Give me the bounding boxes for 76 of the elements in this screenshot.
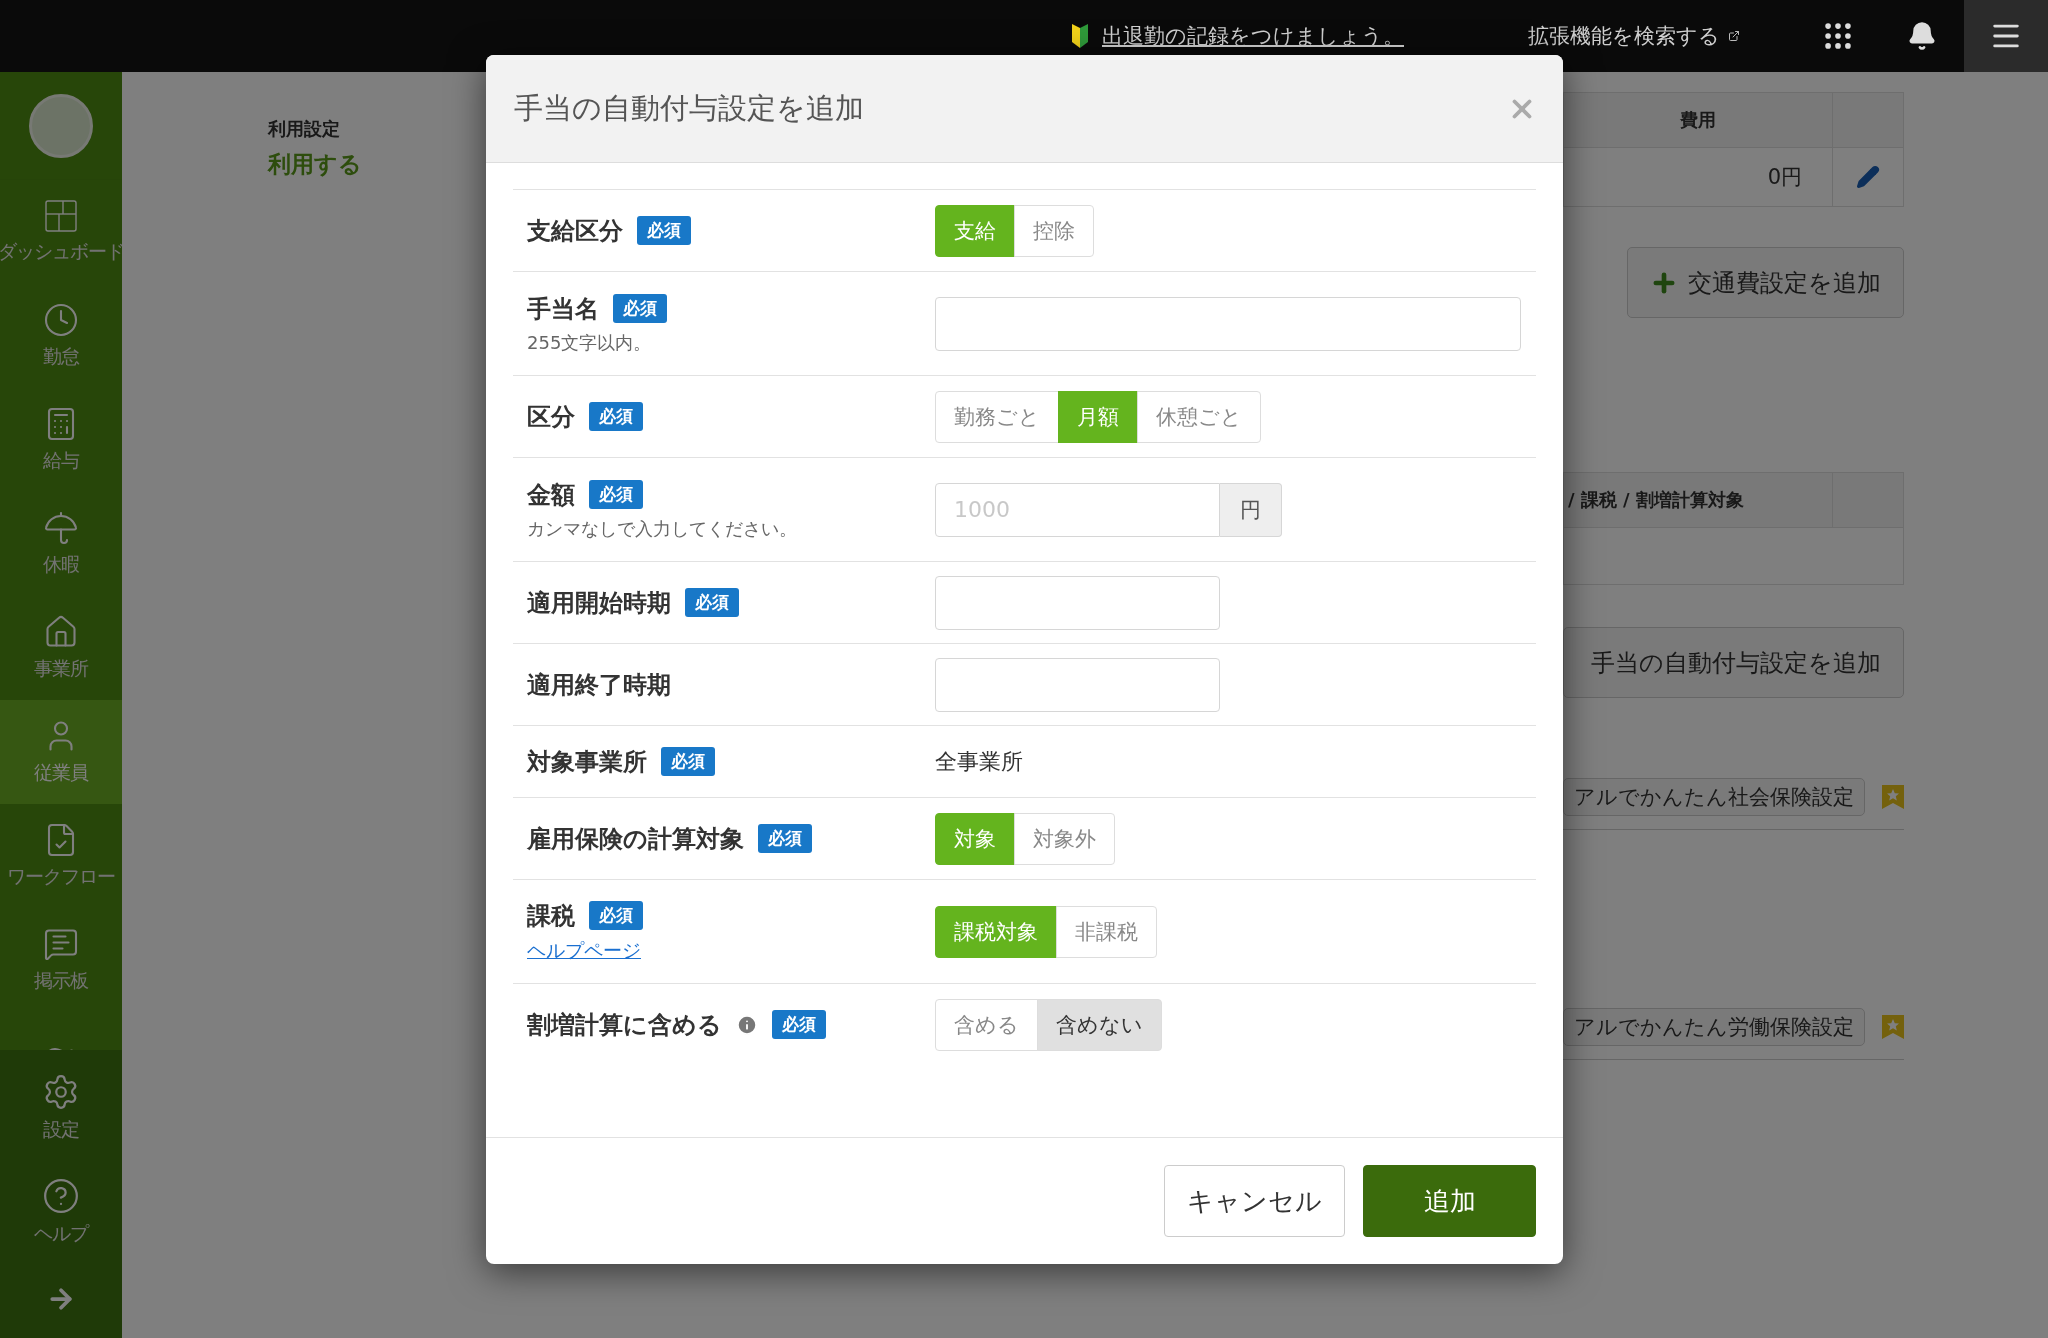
setting-value: 利用する <box>268 150 363 179</box>
nav-item[interactable]: ワークフロー <box>0 804 122 908</box>
nav-item[interactable]: 休暇 <box>0 492 122 596</box>
segment-option[interactable]: 控除 <box>1014 204 1094 257</box>
bookmark-star-icon[interactable] <box>1882 785 1904 809</box>
field-label: 課税 <box>527 900 575 932</box>
field-label: 雇用保険の計算対象 <box>527 823 744 855</box>
required-badge: 必須 <box>613 294 667 323</box>
nav-icon <box>44 199 78 233</box>
segment-option[interactable]: 対象外 <box>1014 812 1115 865</box>
beginner-mark-icon <box>1070 24 1090 48</box>
segment-option[interactable]: 非課税 <box>1056 905 1157 958</box>
nav-item[interactable]: 設定 <box>42 1056 80 1160</box>
bookmark-star-icon[interactable] <box>1882 1015 1904 1039</box>
required-badge: 必須 <box>772 1010 826 1039</box>
field-label: 適用開始時期 <box>527 587 671 619</box>
add-button[interactable]: 交通費設定を追加 <box>1627 247 1904 318</box>
table-header: / 課税 / 割増計算対象 <box>1564 473 1833 528</box>
segment-option[interactable]: 課税対象 <box>935 905 1057 958</box>
segment-option[interactable]: 対象 <box>935 812 1015 865</box>
input-field[interactable] <box>935 296 1521 351</box>
field-label: 支給区分 <box>527 215 623 247</box>
segment-option[interactable]: 支給 <box>935 204 1015 257</box>
segment-option[interactable]: 含める <box>935 998 1038 1051</box>
required-badge: 必須 <box>589 480 643 509</box>
segment-option[interactable]: 勤務ごと <box>935 390 1059 443</box>
cancel-button[interactable]: キャンセル <box>1164 1165 1345 1237</box>
nav-icon <box>43 510 79 546</box>
date-field[interactable] <box>935 575 1220 630</box>
add-button[interactable]: 追加 <box>1363 1165 1536 1237</box>
help-icon <box>42 1177 80 1215</box>
external-link-icon <box>1728 30 1740 42</box>
nav-item[interactable]: 掲示板 <box>0 908 122 1012</box>
required-badge: 必須 <box>637 216 691 245</box>
segment-option[interactable]: 月額 <box>1058 390 1138 443</box>
modal-title: 手当の自動付与設定を追加 <box>514 89 864 127</box>
required-badge: 必須 <box>661 747 715 776</box>
notice-link[interactable]: 出退勤の記録をつけましょう。 <box>1102 22 1404 50</box>
date-field[interactable] <box>935 657 1220 712</box>
add-button[interactable]: 手当の自動付与設定を追加 <box>1563 627 1904 698</box>
field-hint: カンマなしで入力してください。 <box>527 516 798 541</box>
field-label: 適用終了時期 <box>527 669 671 701</box>
help-link[interactable]: ヘルプページ <box>527 937 935 964</box>
extension-search-link[interactable]: 拡張機能を検索する <box>1528 22 1720 50</box>
table-header: 費用 <box>1564 93 1833 148</box>
edit-icon[interactable] <box>1856 165 1880 189</box>
field-label: 金額 <box>527 479 575 511</box>
segment-option[interactable]: 休憩ごと <box>1137 390 1261 443</box>
setting-label: 利用設定 <box>268 117 341 141</box>
table-cell: 0円 <box>1564 148 1833 206</box>
field-hint: 255文字以内。 <box>527 330 653 355</box>
menu-button[interactable] <box>1964 0 2048 72</box>
field-label: 区分 <box>527 401 575 433</box>
nav-icon <box>43 926 79 962</box>
nav-icon <box>43 614 79 650</box>
unit-addon: 円 <box>1220 482 1282 537</box>
nav-item[interactable]: ヘルプ <box>34 1160 88 1264</box>
segment-option[interactable]: 含めない <box>1037 998 1162 1051</box>
nav-item[interactable]: 勤怠 <box>0 284 122 388</box>
nav-icon <box>43 302 79 338</box>
nav-item[interactable]: 給与 <box>0 388 122 492</box>
required-badge: 必須 <box>589 901 643 930</box>
field-value: 全事業所 <box>935 747 1023 776</box>
info-icon[interactable] <box>736 1013 758 1036</box>
nav-item[interactable]: ダッシュボード <box>0 180 122 284</box>
bell-icon[interactable] <box>1907 21 1937 51</box>
manual-button[interactable]: アルでかんたん労働保険設定 <box>1563 1008 1865 1046</box>
field-label: 手当名 <box>527 293 599 325</box>
field-label: 割増計算に含める <box>527 1009 722 1041</box>
manual-button[interactable]: アルでかんたん社会保険設定 <box>1563 778 1865 816</box>
field-label: 対象事業所 <box>527 746 647 778</box>
required-badge: 必須 <box>758 824 812 853</box>
required-badge: 必須 <box>685 588 739 617</box>
nav-item[interactable]: 事業所 <box>0 596 122 700</box>
nav-item[interactable]: 従業員 <box>0 700 122 804</box>
required-badge: 必須 <box>589 402 643 431</box>
